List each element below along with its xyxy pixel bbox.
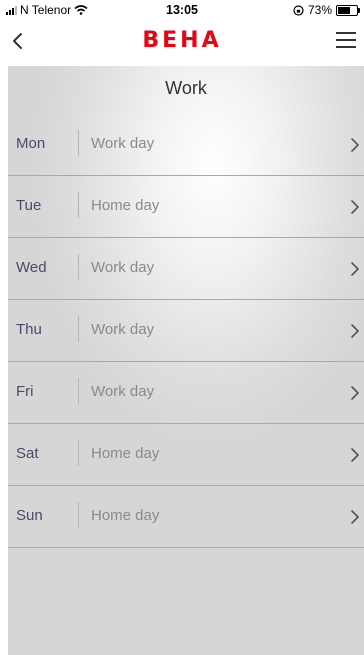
day-type-label: Home day bbox=[91, 507, 160, 524]
separator bbox=[78, 316, 79, 342]
hamburger-menu-icon[interactable] bbox=[336, 32, 356, 50]
day-type-label: Home day bbox=[91, 197, 160, 214]
chevron-right-icon bbox=[351, 262, 359, 276]
status-right: 73% bbox=[293, 3, 360, 17]
day-type-label: Work day bbox=[91, 383, 155, 400]
day-row-fri[interactable]: Fri Work day bbox=[8, 362, 364, 424]
day-label: Fri bbox=[16, 383, 34, 400]
status-bar: N Telenor 13:05 73% bbox=[0, 0, 364, 20]
separator bbox=[78, 192, 79, 218]
day-row-mon[interactable]: Mon Work day bbox=[8, 114, 364, 176]
chevron-right-icon bbox=[351, 386, 359, 400]
battery-percent: 73% bbox=[307, 3, 332, 17]
day-label: Thu bbox=[16, 321, 42, 338]
chevron-right-icon bbox=[351, 448, 359, 462]
day-type-label: Work day bbox=[91, 259, 155, 276]
chevron-right-icon bbox=[351, 324, 359, 338]
day-row-sun[interactable]: Sun Home day bbox=[8, 486, 364, 548]
day-row-wed[interactable]: Wed Work day bbox=[8, 238, 364, 300]
day-type-label: Work day bbox=[91, 135, 155, 152]
separator bbox=[78, 130, 79, 156]
day-row-tue[interactable]: Tue Home day bbox=[8, 176, 364, 238]
day-label: Wed bbox=[16, 259, 47, 276]
battery-icon bbox=[336, 4, 360, 16]
page-title: Work bbox=[165, 78, 207, 98]
separator bbox=[78, 502, 79, 528]
schedule-content: Work Mon Work day Tue Home day Wed Work day Th… bbox=[8, 66, 364, 655]
row-divider bbox=[8, 547, 364, 548]
chevron-right-icon bbox=[351, 200, 359, 214]
day-row-thu[interactable]: Thu Work day bbox=[8, 300, 364, 362]
beha-logo: BEHA bbox=[142, 28, 222, 53]
day-label: Tue bbox=[16, 197, 42, 214]
day-label: Sat bbox=[16, 445, 39, 462]
day-row-sat[interactable]: Sat Home day bbox=[8, 424, 364, 486]
orientation-lock-icon bbox=[293, 4, 304, 16]
day-label: Sun bbox=[16, 507, 43, 524]
day-label: Mon bbox=[16, 135, 46, 152]
chevron-right-icon bbox=[351, 138, 359, 152]
separator bbox=[78, 378, 79, 404]
separator bbox=[78, 440, 79, 466]
day-type-label: Home day bbox=[91, 445, 160, 462]
navigation-bar: BEHA bbox=[0, 20, 364, 66]
day-type-label: Work day bbox=[91, 321, 155, 338]
separator bbox=[78, 254, 79, 280]
chevron-right-icon bbox=[351, 510, 359, 524]
